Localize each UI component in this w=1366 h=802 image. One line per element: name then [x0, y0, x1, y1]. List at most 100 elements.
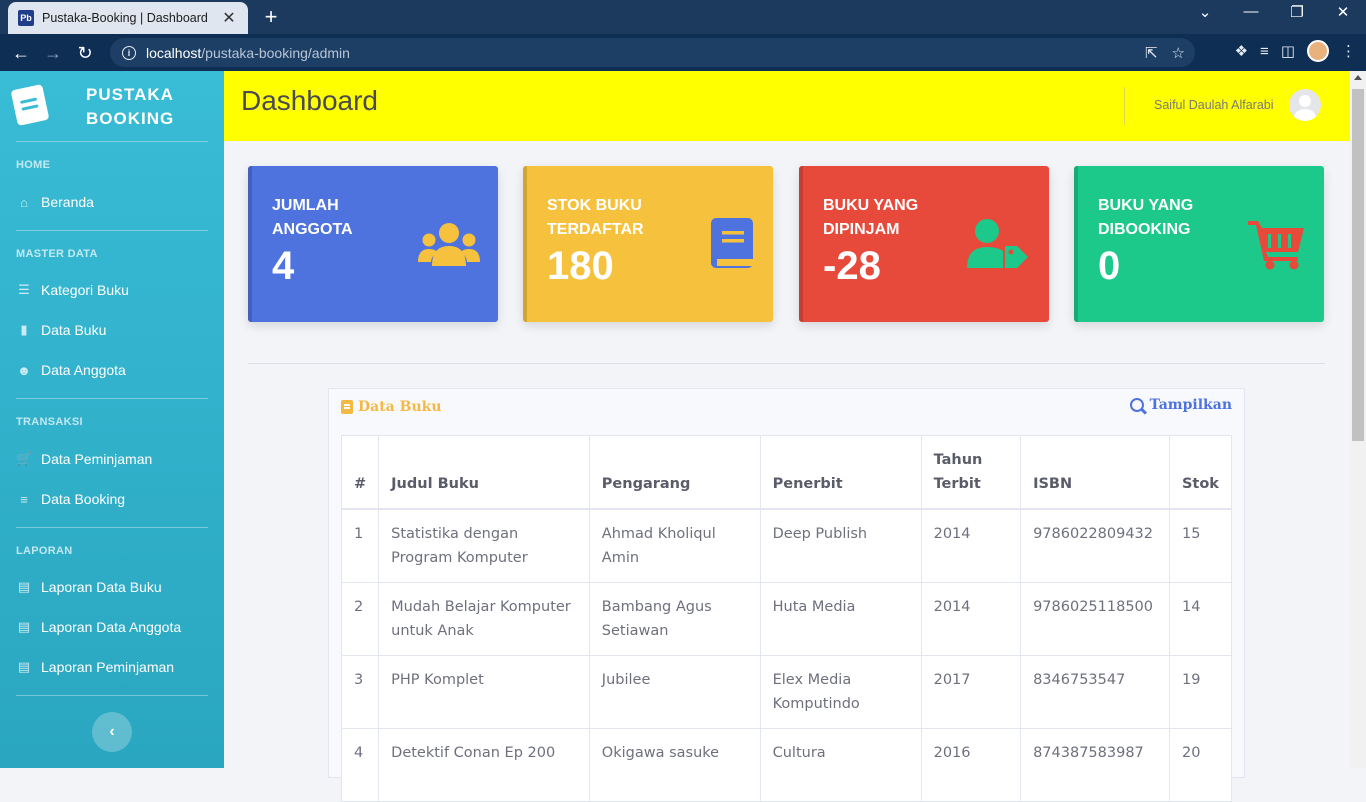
- table-cell: Bambang Agus Setiawan: [588, 582, 761, 656]
- table-cell: 14: [1168, 582, 1233, 656]
- column-header[interactable]: Tahun Terbit: [920, 435, 1022, 510]
- table-cell: PHP Komplet: [378, 655, 590, 729]
- column-header[interactable]: Penerbit: [759, 435, 922, 510]
- card-label: BUKU YANG DIPINJAM: [823, 194, 963, 242]
- sidebar-item-data-buku[interactable]: ▮ Data Buku: [16, 316, 208, 344]
- table-cell: Detektif Conan Ep 200: [378, 728, 590, 802]
- sidebar-divider: [16, 398, 208, 399]
- tampilkan-link[interactable]: Tampilkan: [1129, 397, 1232, 413]
- address-bar[interactable]: i localhost/pustaka-booking/admin ⇱ ☆: [110, 38, 1195, 67]
- content-divider: [248, 363, 1325, 364]
- card-value: 180: [547, 244, 614, 288]
- user-name[interactable]: Saiful Daulah Alfarabi: [1154, 98, 1274, 112]
- sidebar-divider: [16, 141, 208, 142]
- sidebar-toggle-button[interactable]: ‹: [92, 712, 132, 752]
- minimize-button[interactable]: —: [1228, 3, 1274, 20]
- browser-tab-bar: Pb Pustaka-Booking | Dashboard ✕ + ⌄ — ❐…: [0, 0, 1366, 34]
- home-icon: ⌂: [20, 194, 28, 210]
- sidebar-item-label: Data Peminjaman: [41, 451, 153, 467]
- cart-icon: [1248, 221, 1304, 270]
- card-label-line-2: ANGGOTA: [272, 221, 353, 238]
- brand-name: PUSTAKA BOOKING: [86, 83, 186, 131]
- scroll-thumb[interactable]: [1352, 89, 1364, 441]
- table-cell: 2: [340, 582, 380, 656]
- reload-icon[interactable]: ↻: [72, 40, 98, 66]
- browser-toolbar: ← → ↻ i localhost/pustaka-booking/admin …: [0, 34, 1366, 71]
- bookmark-star-icon[interactable]: ☆: [1172, 44, 1185, 62]
- sidebar-item-kategori-buku[interactable]: ☰ Kategori Buku: [16, 276, 208, 304]
- card-label-line-1: BUKU YANG: [823, 197, 919, 214]
- card-buku-yang-dibooking: BUKU YANG DIBOOKING 0: [1074, 166, 1324, 322]
- sidebar-item-data-anggota[interactable]: ☻ Data Anggota: [16, 356, 208, 384]
- sidebar-heading-transaksi: TRANSAKSI: [16, 416, 83, 428]
- table-cell: Ahmad Kholiqul Amin: [588, 508, 761, 583]
- sidebar-divider: [16, 527, 208, 528]
- tab-search-chevron-down-icon[interactable]: ⌄: [1182, 3, 1228, 21]
- sidebar-item-label: Data Anggota: [41, 362, 126, 378]
- book-icon: ▮: [20, 322, 28, 337]
- table-header-row: # Judul Buku Pengarang Penerbit Tahun Te…: [340, 435, 1233, 510]
- sidebar-item-laporan-data-buku[interactable]: ▤ Laporan Data Buku: [16, 573, 208, 601]
- browser-tab[interactable]: Pb Pustaka-Booking | Dashboard ✕: [8, 2, 248, 34]
- users-icon: [418, 223, 480, 266]
- close-window-button[interactable]: ✕: [1320, 3, 1366, 21]
- cart-icon: 🛒: [16, 451, 33, 466]
- table-cell: 2014: [920, 508, 1022, 583]
- tab-close-icon[interactable]: ✕: [220, 8, 238, 28]
- scroll-up-arrow-icon[interactable]: [1354, 75, 1362, 80]
- kebab-menu-icon[interactable]: ⋮: [1341, 42, 1356, 60]
- card-label: JUMLAH ANGGOTA: [272, 194, 412, 242]
- column-header[interactable]: ISBN: [1020, 435, 1170, 510]
- extensions-puzzle-icon[interactable]: ❖: [1235, 42, 1248, 60]
- sidebar-item-beranda[interactable]: ⌂ Beranda: [16, 188, 208, 216]
- card-jumlah-anggota: JUMLAH ANGGOTA 4: [248, 166, 498, 322]
- share-icon[interactable]: ⇱: [1145, 44, 1158, 62]
- sidebar-heading-home: HOME: [16, 159, 51, 171]
- sidebar-item-data-booking[interactable]: ≡ Data Booking: [16, 485, 208, 513]
- sidebar-item-data-peminjaman[interactable]: 🛒 Data Peminjaman: [16, 445, 208, 473]
- table-row: 1 Statistika dengan Program Komputer Ahm…: [340, 508, 1233, 583]
- column-header[interactable]: #: [340, 435, 380, 510]
- column-header[interactable]: Stok: [1168, 435, 1233, 510]
- table-cell: 3: [340, 655, 380, 729]
- back-arrow-icon[interactable]: ←: [8, 40, 34, 66]
- sidebar-item-label: Data Booking: [41, 491, 126, 507]
- table-cell: Mudah Belajar Komputer untuk Anak: [378, 582, 590, 656]
- card-label: STOK BUKU TERDAFTAR: [547, 194, 687, 242]
- sidebar-item-label: Beranda: [41, 194, 94, 210]
- url-path: /pustaka-booking/admin: [201, 44, 350, 61]
- sidebar-divider: [16, 695, 208, 696]
- card-label-line-1: BUKU YANG: [1098, 197, 1194, 214]
- table-cell: 15: [1168, 508, 1233, 583]
- topbar: Dashboard Saiful Daulah Alfarabi: [224, 71, 1350, 141]
- table-cell: Statistika dengan Program Komputer: [378, 508, 590, 583]
- card-label-line-2: TERDAFTAR: [547, 221, 644, 238]
- new-tab-button[interactable]: +: [258, 4, 284, 30]
- table-cell: Okigawa sasuke: [588, 728, 761, 802]
- sidebar-item-laporan-data-anggota[interactable]: ▤ Laporan Data Anggota: [16, 613, 208, 641]
- table-cell: 9786022809432: [1020, 508, 1170, 583]
- table-cell: Jubilee: [588, 655, 761, 729]
- column-header[interactable]: Judul Buku: [378, 435, 590, 510]
- profile-avatar[interactable]: [1307, 40, 1329, 62]
- sidebar-item-label: Laporan Data Anggota: [41, 619, 182, 635]
- table-cell: 9786025118500: [1020, 582, 1170, 656]
- forward-arrow-icon[interactable]: →: [40, 40, 66, 66]
- table-cell: Cultura: [759, 728, 922, 802]
- table-cell: Huta Media: [759, 582, 922, 656]
- user-avatar[interactable]: [1289, 89, 1321, 121]
- sidebar-brand[interactable]: PUSTAKA BOOKING: [0, 71, 224, 141]
- side-panel-icon[interactable]: ◫: [1281, 42, 1295, 60]
- sidebar-item-laporan-peminjaman[interactable]: ▤ Laporan Peminjaman: [16, 653, 208, 681]
- card-label-line-1: JUMLAH: [272, 197, 339, 214]
- sidebar: PUSTAKA BOOKING HOME ⌂ Beranda MASTER DA…: [0, 71, 224, 768]
- column-header[interactable]: Pengarang: [588, 435, 761, 510]
- sidebar-item-label: Laporan Data Buku: [41, 579, 162, 595]
- maximize-button[interactable]: ❐: [1274, 3, 1320, 21]
- brand-line-1: PUSTAKA: [86, 85, 174, 104]
- sidebar-divider: [16, 230, 208, 231]
- page-scrollbar[interactable]: [1350, 71, 1366, 768]
- media-queue-icon[interactable]: ≡: [1260, 43, 1269, 60]
- info-icon[interactable]: i: [122, 45, 136, 60]
- table-cell: 8346753547: [1020, 655, 1170, 729]
